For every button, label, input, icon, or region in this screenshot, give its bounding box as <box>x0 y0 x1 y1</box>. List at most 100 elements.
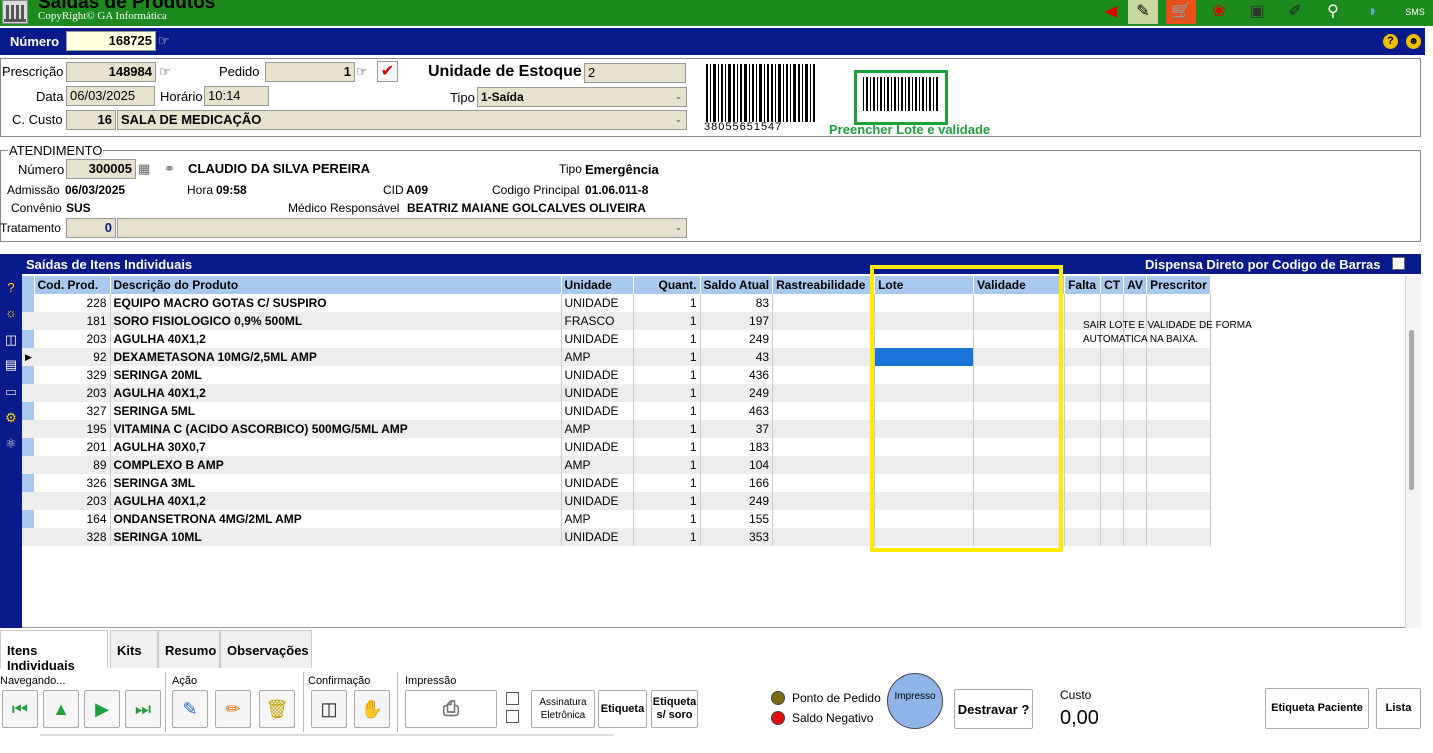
cell-prescritor[interactable] <box>1146 348 1212 366</box>
col-rastreabilidade[interactable]: Rastreabilidade <box>772 276 876 294</box>
tools-icon[interactable]: ✐ <box>1280 0 1310 24</box>
cell-prescritor[interactable] <box>1146 456 1212 474</box>
cell-saldo[interactable]: 104 <box>700 456 774 474</box>
etiqueta-soro-button[interactable]: Etiqueta s/ soro <box>651 690 698 728</box>
cell-av[interactable] <box>1123 528 1148 546</box>
cell-quant[interactable]: 1 <box>633 384 701 402</box>
cell-rastreabilidade[interactable] <box>772 420 876 438</box>
cell-descricao[interactable]: ONDANSETRONA 4MG/2ML AMP <box>110 510 562 528</box>
cell-saldo[interactable]: 183 <box>700 438 774 456</box>
cell-falta[interactable] <box>1064 492 1102 510</box>
cell-cod[interactable]: 228 <box>34 294 111 312</box>
cell-av[interactable] <box>1123 402 1148 420</box>
row-indicator[interactable] <box>22 420 34 438</box>
cell-quant[interactable]: 1 <box>633 474 701 492</box>
gear-icon[interactable]: ⚙ <box>3 410 19 426</box>
cart-edit-icon[interactable]: ✎ <box>1128 0 1158 24</box>
print-option-checkbox-1[interactable] <box>506 692 519 705</box>
cell-descricao[interactable]: SERINGA 5ML <box>110 402 562 420</box>
cell-quant[interactable]: 1 <box>633 438 701 456</box>
cell-saldo[interactable]: 249 <box>700 330 774 348</box>
cell-cod[interactable]: 181 <box>34 312 111 330</box>
cell-unidade[interactable]: AMP <box>561 456 634 474</box>
cell-av[interactable] <box>1123 366 1148 384</box>
previous-record-button[interactable]: ▲ <box>43 690 79 728</box>
back-arrow-icon[interactable]: ◀ <box>1096 0 1126 24</box>
globe-icon[interactable]: ◑ <box>1356 0 1386 24</box>
help-icon[interactable]: ? <box>3 280 19 296</box>
pointer-hand-icon[interactable]: ☞ <box>158 33 170 49</box>
cell-rastreabilidade[interactable] <box>772 312 876 330</box>
row-indicator[interactable] <box>22 330 34 348</box>
cell-cod[interactable]: 203 <box>34 384 111 402</box>
col-quant[interactable]: Quant. <box>633 276 701 294</box>
cell-rastreabilidade[interactable] <box>772 492 876 510</box>
info-icon[interactable]: ☻ <box>1406 34 1421 49</box>
cell-unidade[interactable]: FRASCO <box>561 312 634 330</box>
cell-cod[interactable]: 201 <box>34 438 111 456</box>
col-cod-prod[interactable]: Cod. Prod. <box>34 276 111 294</box>
cell-quant[interactable]: 1 <box>633 294 701 312</box>
cell-prescritor[interactable] <box>1146 294 1212 312</box>
cell-saldo[interactable]: 43 <box>700 348 774 366</box>
monitor-icon[interactable]: ▣ <box>1242 0 1272 24</box>
cell-ct[interactable] <box>1100 492 1125 510</box>
cell-saldo[interactable]: 155 <box>700 510 774 528</box>
row-indicator[interactable] <box>22 294 34 312</box>
cell-quant[interactable]: 1 <box>633 402 701 420</box>
print-option-checkbox-2[interactable] <box>506 710 519 723</box>
dispensa-checkbox[interactable] <box>1392 257 1405 270</box>
cell-descricao[interactable]: SERINGA 20ML <box>110 366 562 384</box>
cell-saldo[interactable]: 436 <box>700 366 774 384</box>
cell-unidade[interactable]: UNIDADE <box>561 366 634 384</box>
cell-cod[interactable]: 203 <box>34 492 111 510</box>
cell-falta[interactable] <box>1064 294 1102 312</box>
cell-descricao[interactable]: AGULHA 40X1,2 <box>110 492 562 510</box>
cell-saldo[interactable]: 37 <box>700 420 774 438</box>
row-indicator[interactable] <box>22 492 34 510</box>
cell-quant[interactable]: 1 <box>633 528 701 546</box>
cell-prescritor[interactable] <box>1146 474 1212 492</box>
save-icon[interactable]: ◫ <box>3 332 19 348</box>
delete-record-button[interactable]: 🗑 <box>259 690 295 728</box>
custo-select[interactable]: SALA DE MEDICAÇÃO ⌄ <box>117 110 687 130</box>
col-prescritor[interactable]: Prescritor <box>1146 276 1212 294</box>
row-indicator[interactable] <box>22 438 34 456</box>
cell-prescritor[interactable] <box>1146 402 1212 420</box>
flask-icon[interactable]: ⚛ <box>3 436 19 452</box>
cell-descricao[interactable]: AGULHA 40X1,2 <box>110 330 562 348</box>
cell-unidade[interactable]: AMP <box>561 510 634 528</box>
row-indicator[interactable] <box>22 528 34 546</box>
cell-rastreabilidade[interactable] <box>772 348 876 366</box>
cell-descricao[interactable]: EQUIPO MACRO GOTAS C/ SUSPIRO <box>110 294 562 312</box>
cell-descricao[interactable]: VITAMINA C (ACIDO ASCORBICO) 500MG/5ML A… <box>110 420 562 438</box>
row-indicator[interactable] <box>22 312 34 330</box>
cell-ct[interactable] <box>1100 402 1125 420</box>
assinatura-eletronica-button[interactable]: Assinatura Eletrônica <box>531 690 595 728</box>
cell-unidade[interactable]: AMP <box>561 348 634 366</box>
cell-cod[interactable]: 327 <box>34 402 111 420</box>
cell-av[interactable] <box>1123 456 1148 474</box>
cell-descricao[interactable]: COMPLEXO B AMP <box>110 456 562 474</box>
cell-av[interactable] <box>1123 348 1148 366</box>
col-unidade[interactable]: Unidade <box>561 276 634 294</box>
cell-unidade[interactable]: UNIDADE <box>561 384 634 402</box>
at-numero-field[interactable]: 300005 <box>66 159 136 179</box>
network-icon[interactable]: ❀ <box>1204 0 1234 24</box>
last-record-button[interactable]: ⏭ <box>125 690 161 728</box>
cell-cod[interactable]: 195 <box>34 420 111 438</box>
cell-cod[interactable]: 89 <box>34 456 111 474</box>
cell-descricao[interactable]: AGULHA 40X1,2 <box>110 384 562 402</box>
cell-saldo[interactable]: 249 <box>700 492 774 510</box>
col-ct[interactable]: CT <box>1100 276 1125 294</box>
cell-prescritor[interactable] <box>1146 510 1212 528</box>
cart-icon[interactable]: 🛒 <box>1166 0 1196 24</box>
cancel-button[interactable]: ✋ <box>354 690 390 728</box>
binoculars-icon[interactable]: ⚭ <box>164 161 175 177</box>
tipo-select[interactable]: 1-Saída ⌄ <box>477 87 687 107</box>
cell-prescritor[interactable] <box>1146 438 1212 456</box>
row-indicator[interactable] <box>22 366 34 384</box>
cell-rastreabilidade[interactable] <box>772 438 876 456</box>
cell-saldo[interactable]: 463 <box>700 402 774 420</box>
cell-unidade[interactable]: UNIDADE <box>561 330 634 348</box>
